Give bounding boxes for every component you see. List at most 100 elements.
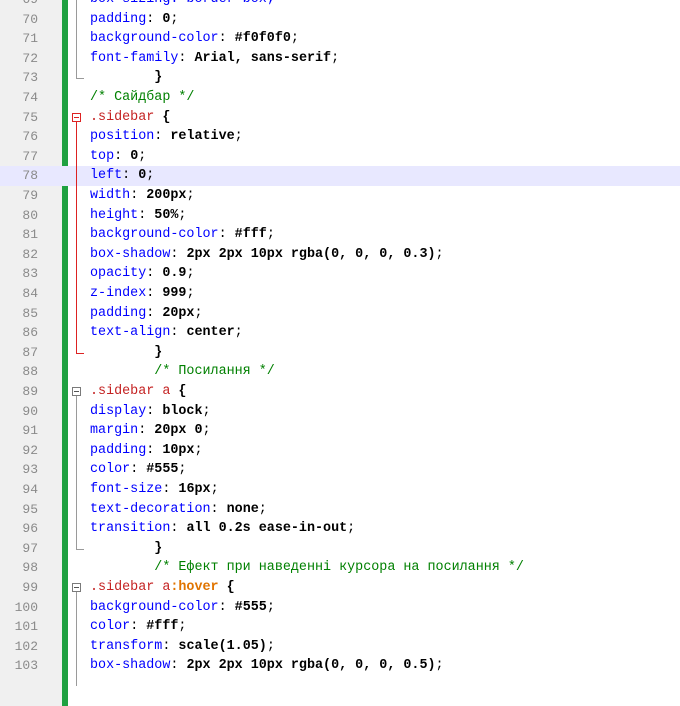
code-line[interactable]: 87 } [0, 343, 680, 363]
code-text[interactable]: color: #fff; [90, 617, 186, 637]
code-text[interactable]: padding: 0; [90, 10, 178, 30]
code-text[interactable]: text-align: center; [90, 323, 243, 343]
code-line[interactable]: 69 box-sizing: border-box; [0, 0, 680, 10]
code-line[interactable]: 103 box-shadow: 2px 2px 10px rgba(0, 0, 0… [0, 656, 680, 676]
code-token: : [178, 50, 195, 66]
code-token: 50% [154, 207, 179, 223]
code-text[interactable]: font-family: Arial, sans-serif; [90, 49, 339, 69]
code-line[interactable]: 76 position: relative; [0, 127, 680, 147]
code-text[interactable]: left: 0; [90, 166, 154, 186]
code-line[interactable]: 78 left: 0; [0, 166, 680, 186]
code-line[interactable]: 90 display: block; [0, 402, 680, 422]
code-line[interactable]: 93 color: #555; [0, 460, 680, 480]
line-number: 70 [22, 11, 38, 27]
code-line[interactable]: 85 padding: 20px; [0, 304, 680, 324]
fold-toggle-icon[interactable] [72, 112, 81, 122]
code-text[interactable]: box-sizing: border-box; [90, 0, 275, 10]
code-text[interactable]: transition: all 0.2s ease-in-out; [90, 519, 355, 539]
code-line[interactable]: 99 .sidebar a:hover { [0, 578, 680, 598]
code-text[interactable]: } [90, 343, 162, 363]
code-text[interactable]: /* Посилання */ [90, 362, 275, 382]
code-text[interactable]: box-shadow: 2px 2px 10px rgba(0, 0, 0, 0… [90, 656, 444, 676]
code-line[interactable]: 79 width: 200px; [0, 186, 680, 206]
code-token: transition [90, 521, 171, 537]
code-text[interactable]: color: #555; [90, 460, 186, 480]
code-text[interactable]: } [90, 539, 162, 559]
code-line[interactable]: 94 font-size: 16px; [0, 480, 680, 500]
code-token: 20px [162, 305, 195, 321]
code-token: : [218, 599, 235, 615]
code-text[interactable]: } [90, 68, 162, 88]
code-line[interactable]: 80 height: 50%; [0, 206, 680, 226]
code-token: ; [435, 246, 444, 262]
code-text[interactable]: margin: 20px 0; [90, 421, 211, 441]
code-line[interactable]: 77 top: 0; [0, 147, 680, 167]
code-line[interactable]: 73 } [0, 68, 680, 88]
line-number: 84 [22, 286, 38, 301]
code-line[interactable]: 71 background-color: #f0f0f0; [0, 29, 680, 49]
code-line[interactable]: 83 opacity: 0.9; [0, 264, 680, 284]
code-token: background-color [90, 227, 219, 243]
code-text[interactable]: width: 200px; [90, 186, 195, 206]
code-text[interactable]: font-size: 16px; [90, 480, 219, 500]
code-text[interactable]: opacity: 0.9; [90, 264, 194, 284]
code-token: 16px [178, 482, 211, 497]
code-line[interactable]: 91 margin: 20px 0; [0, 421, 680, 441]
code-text[interactable]: text-decoration: none; [90, 500, 267, 520]
code-token: .sidebar a [90, 580, 171, 595]
code-line[interactable]: 101 color: #fff; [0, 617, 680, 637]
code-text[interactable]: top: 0; [90, 147, 146, 167]
code-token: : [170, 658, 187, 674]
code-line[interactable]: 86 text-align: center; [0, 323, 680, 343]
code-line[interactable]: 89 .sidebar a { [0, 382, 680, 402]
line-number: 102 [14, 638, 38, 654]
code-text[interactable]: .sidebar a:hover { [90, 578, 235, 598]
fold-end-marker [76, 352, 84, 354]
code-token: 0.9 [162, 266, 187, 282]
code-line[interactable]: 75 .sidebar { [0, 108, 680, 128]
code-token: } [90, 540, 163, 556]
code-text[interactable]: box-shadow: 2px 2px 10px rgba(0, 0, 0, 0… [90, 245, 444, 265]
code-text[interactable]: .sidebar a { [90, 382, 186, 402]
code-text[interactable]: background-color: #f0f0f0; [90, 29, 299, 49]
code-line[interactable]: 88 /* Посилання */ [0, 362, 680, 382]
code-line[interactable]: 84 z-index: 999; [0, 284, 680, 304]
line-number: 85 [22, 305, 38, 321]
fold-toggle-icon[interactable] [72, 583, 81, 592]
code-text[interactable]: /* Сайдбар */ [90, 88, 194, 108]
code-line[interactable]: 102 transform: scale(1.05); [0, 637, 680, 657]
code-line[interactable]: 100 background-color: #555; [0, 598, 680, 618]
line-number: 98 [22, 560, 38, 576]
code-line[interactable]: 74 /* Сайдбар */ [0, 88, 680, 108]
line-number: 90 [22, 403, 38, 419]
code-token: .sidebar a [90, 384, 171, 399]
code-line[interactable]: 70 padding: 0; [0, 10, 680, 30]
code-line[interactable]: 92 padding: 10px; [0, 441, 680, 461]
code-text[interactable]: height: 50%; [90, 206, 186, 226]
code-text[interactable]: z-index: 999; [90, 284, 194, 304]
code-line[interactable]: 81 background-color: #fff; [0, 225, 680, 245]
code-token: ; [266, 227, 275, 243]
code-text[interactable]: padding: 20px; [90, 304, 203, 324]
fold-toggle-icon[interactable] [72, 387, 81, 396]
code-line[interactable]: 96 transition: all 0.2s ease-in-out; [0, 519, 680, 539]
code-text[interactable]: position: relative; [90, 127, 243, 147]
code-line[interactable]: 72 font-family: Arial, sans-serif; [0, 49, 680, 69]
code-token: ; [266, 638, 275, 654]
code-token: height [90, 207, 139, 223]
code-text[interactable]: background-color: #555; [90, 598, 275, 618]
code-line[interactable]: 95 text-decoration: none; [0, 500, 680, 520]
code-text[interactable]: .sidebar { [90, 108, 170, 128]
code-token: } [90, 70, 163, 86]
code-line[interactable]: 97 } [0, 539, 680, 559]
code-editor[interactable]: 69box-sizing: border-box;70 padding: 0;71… [0, 0, 680, 706]
code-line[interactable]: 82 box-shadow: 2px 2px 10px rgba(0, 0, 0,… [0, 245, 680, 265]
code-text[interactable]: background-color: #fff; [90, 225, 275, 245]
fold-guide-line [76, 396, 77, 549]
code-text[interactable]: transform: scale(1.05); [90, 637, 275, 657]
code-text[interactable]: padding: 10px; [90, 441, 203, 461]
code-text[interactable]: display: block; [90, 402, 211, 422]
fold-guide-line [76, 0, 77, 79]
code-line[interactable]: 98 /* Ефект при наведенні курсора на пос… [0, 558, 680, 578]
code-text[interactable]: /* Ефект при наведенні курсора на посила… [90, 558, 524, 578]
